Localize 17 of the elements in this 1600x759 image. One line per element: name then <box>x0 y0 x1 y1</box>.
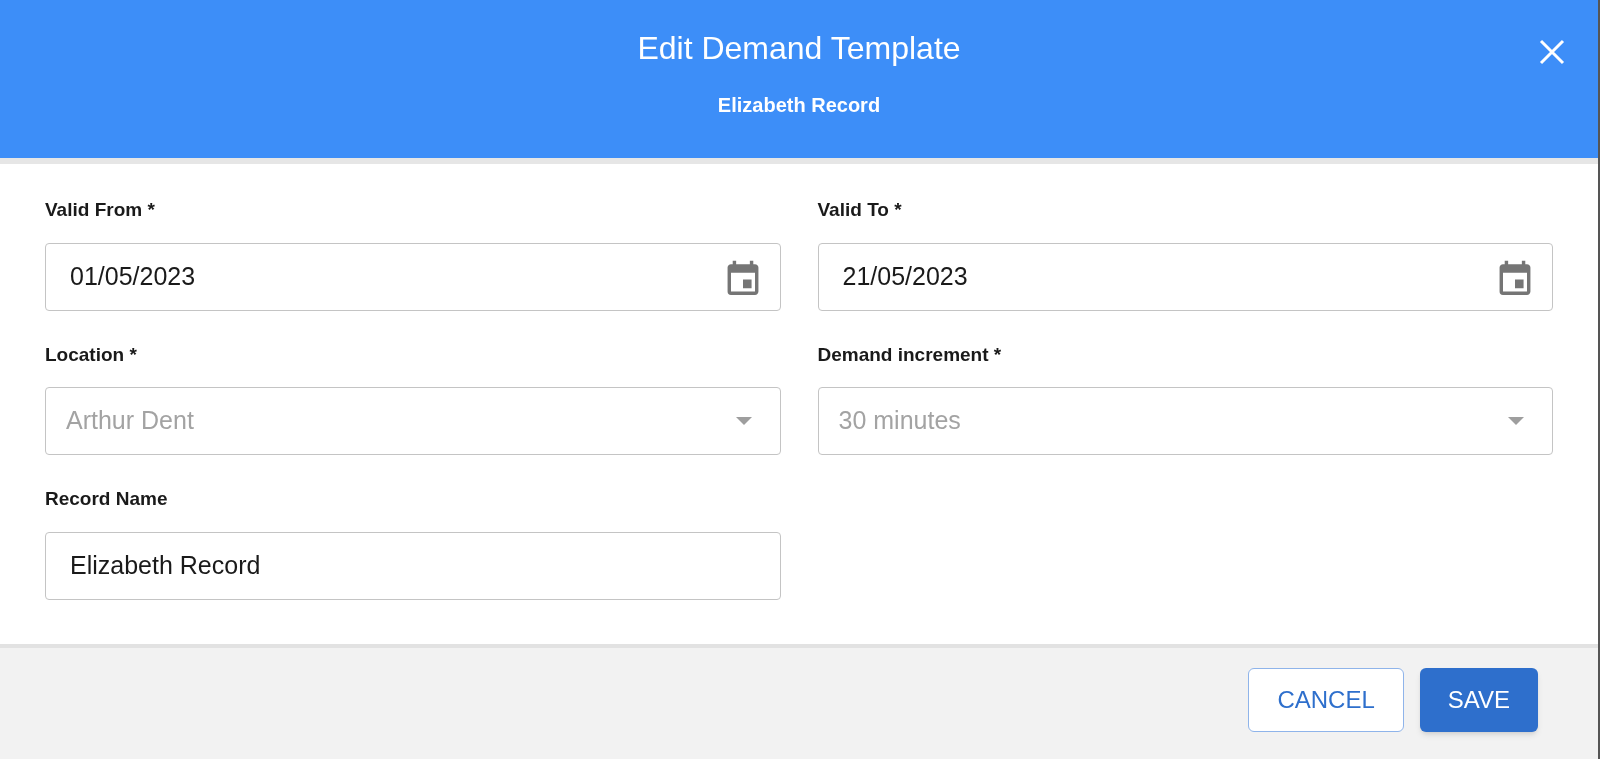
cancel-button[interactable]: CANCEL <box>1248 667 1404 732</box>
input-field[interactable]: Elizabeth Record <box>45 531 781 600</box>
date-field[interactable]: 01/05/2023 <box>45 242 781 311</box>
field-label: Valid To * <box>817 198 903 222</box>
dialog-subtitle: Elizabeth Record <box>717 93 881 118</box>
caret-icon <box>1508 417 1524 425</box>
calendar-icon[interactable] <box>725 258 760 295</box>
date-field[interactable]: 21/05/2023 <box>817 242 1553 311</box>
field-label: Record Name <box>45 487 169 511</box>
field-label: Location * <box>45 342 138 367</box>
save-button[interactable]: SAVE <box>1419 667 1538 732</box>
field-label: Valid From * <box>45 198 156 222</box>
dialog-title: Edit Demand Template <box>637 29 961 68</box>
close-icon <box>1539 39 1565 65</box>
calendar-icon[interactable] <box>1498 258 1532 295</box>
field-label: Demand increment * <box>817 342 1003 367</box>
caret-icon <box>735 417 752 425</box>
